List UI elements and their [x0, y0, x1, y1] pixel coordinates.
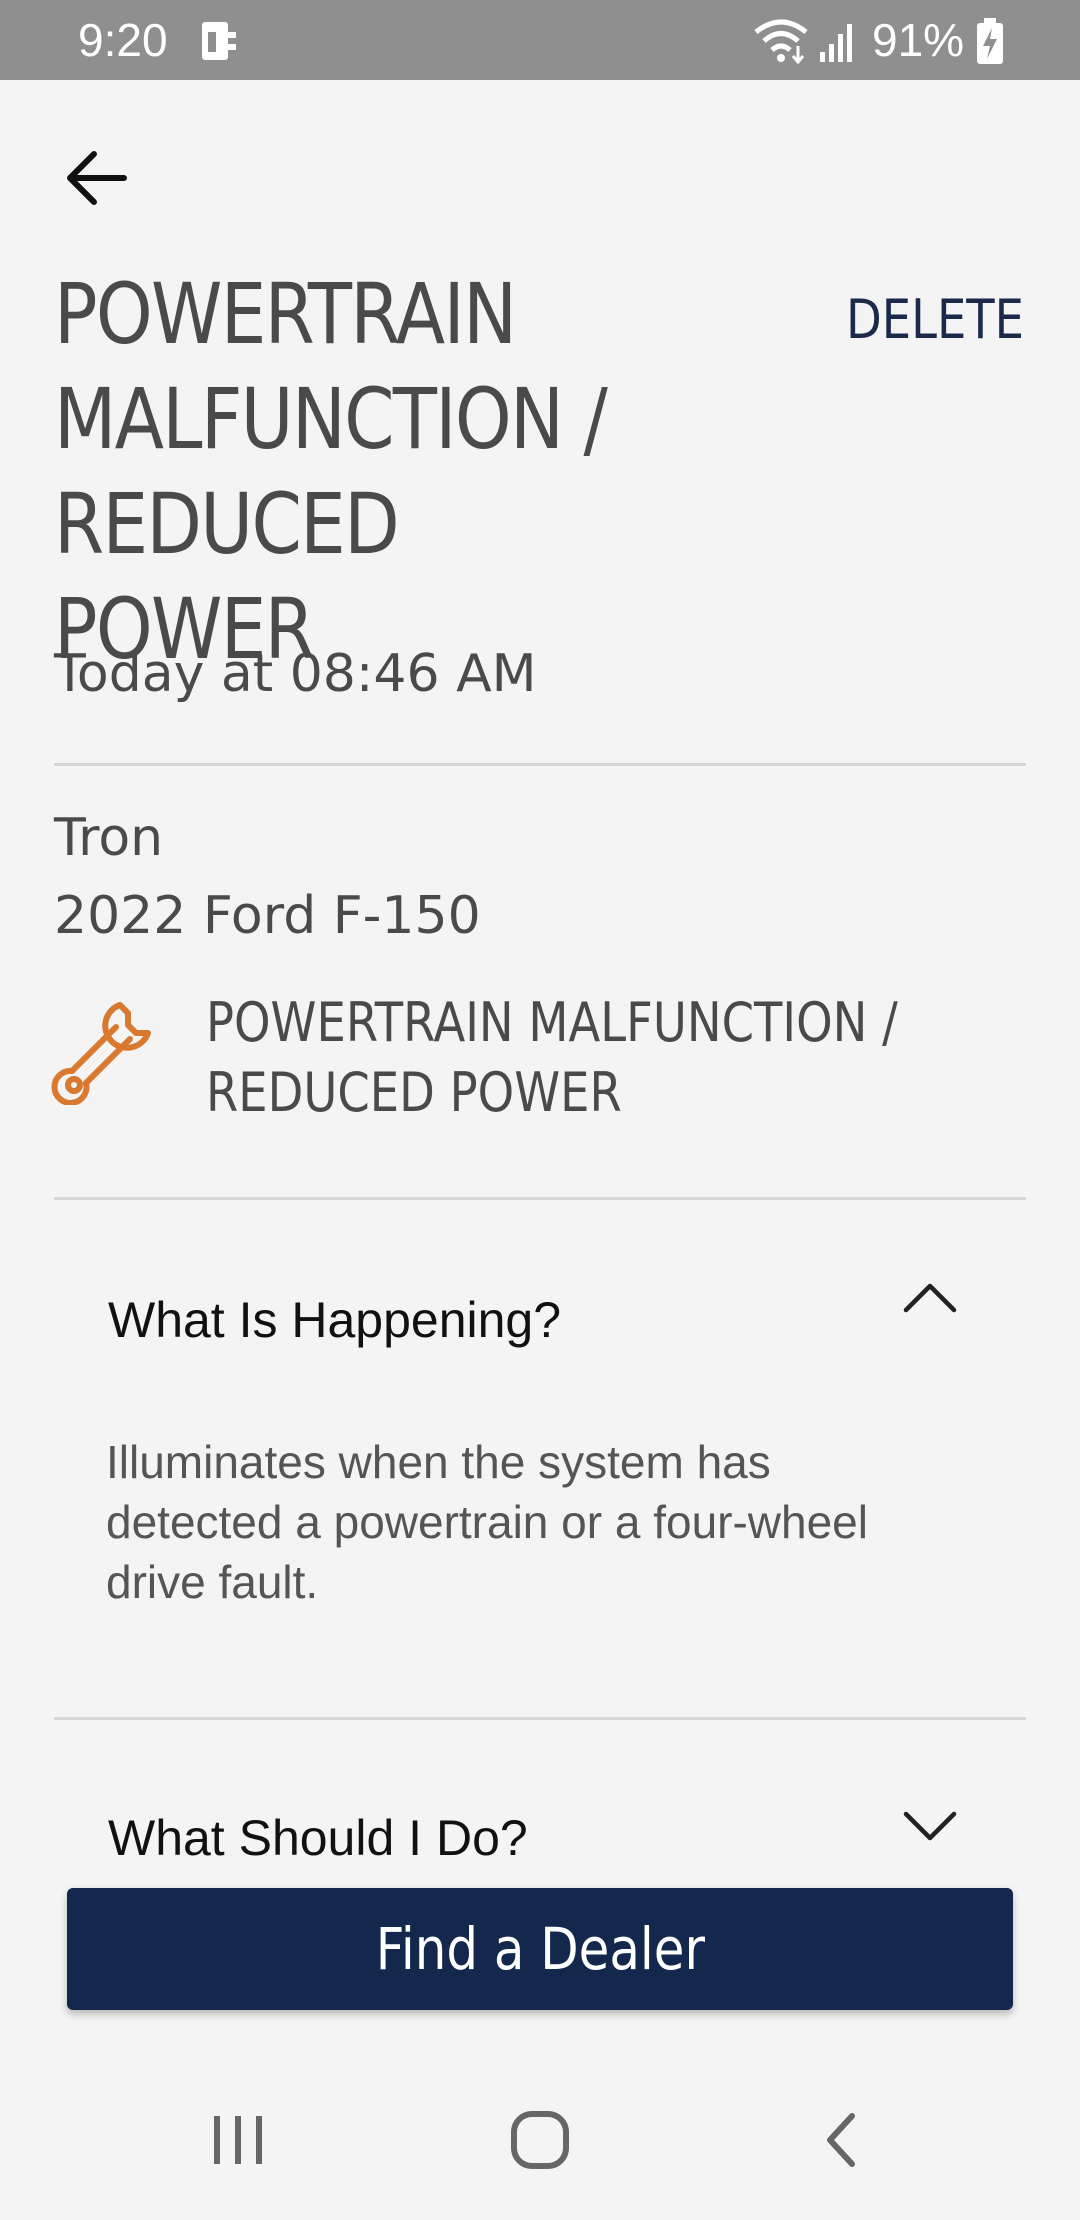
section-body-what-is-happening: Illuminates when the system has detected… — [106, 1436, 868, 1608]
battery-percentage: 91% — [872, 14, 965, 66]
find-dealer-label: Find a Dealer — [375, 1915, 705, 1983]
divider — [54, 1717, 1026, 1720]
wifi-icon — [754, 19, 808, 65]
alert-timestamp: Today at 08:46 AM — [54, 644, 537, 704]
section-header-what-should-i-do[interactable]: What Should I Do? — [108, 1808, 528, 1868]
back-button[interactable] — [56, 138, 136, 218]
section-header-what-is-happening[interactable]: What Is Happening? — [108, 1290, 561, 1350]
signal-icon — [820, 24, 852, 62]
delete-button[interactable]: DELETE — [846, 288, 1024, 352]
recent-apps-button[interactable] — [188, 2100, 288, 2180]
system-back-button[interactable] — [792, 2100, 892, 2180]
divider — [54, 1197, 1026, 1200]
chevron-up-icon[interactable] — [900, 1278, 960, 1318]
find-dealer-button[interactable]: Find a Dealer — [67, 1888, 1013, 2010]
sim-card-icon — [202, 22, 236, 60]
vehicle-name: Tron — [54, 808, 164, 868]
divider — [54, 763, 1026, 766]
page-title: POWERTRAIN MALFUNCTION / REDUCED POWER — [54, 265, 608, 678]
alert-label: POWERTRAIN MALFUNCTION / REDUCED POWER — [206, 991, 898, 1124]
wrench-icon — [51, 1002, 151, 1105]
battery-charging-icon — [977, 18, 1003, 64]
back-icon — [827, 2113, 855, 2167]
arrow-left-icon — [67, 151, 127, 205]
recent-apps-icon — [214, 2116, 262, 2164]
home-icon — [511, 2111, 569, 2169]
status-bar: 9:20 91% — [0, 0, 1080, 80]
home-button[interactable] — [490, 2100, 590, 2180]
status-time: 9:20 — [78, 14, 168, 66]
chevron-down-icon[interactable] — [900, 1806, 960, 1846]
vehicle-model: 2022 Ford F-150 — [54, 886, 481, 946]
